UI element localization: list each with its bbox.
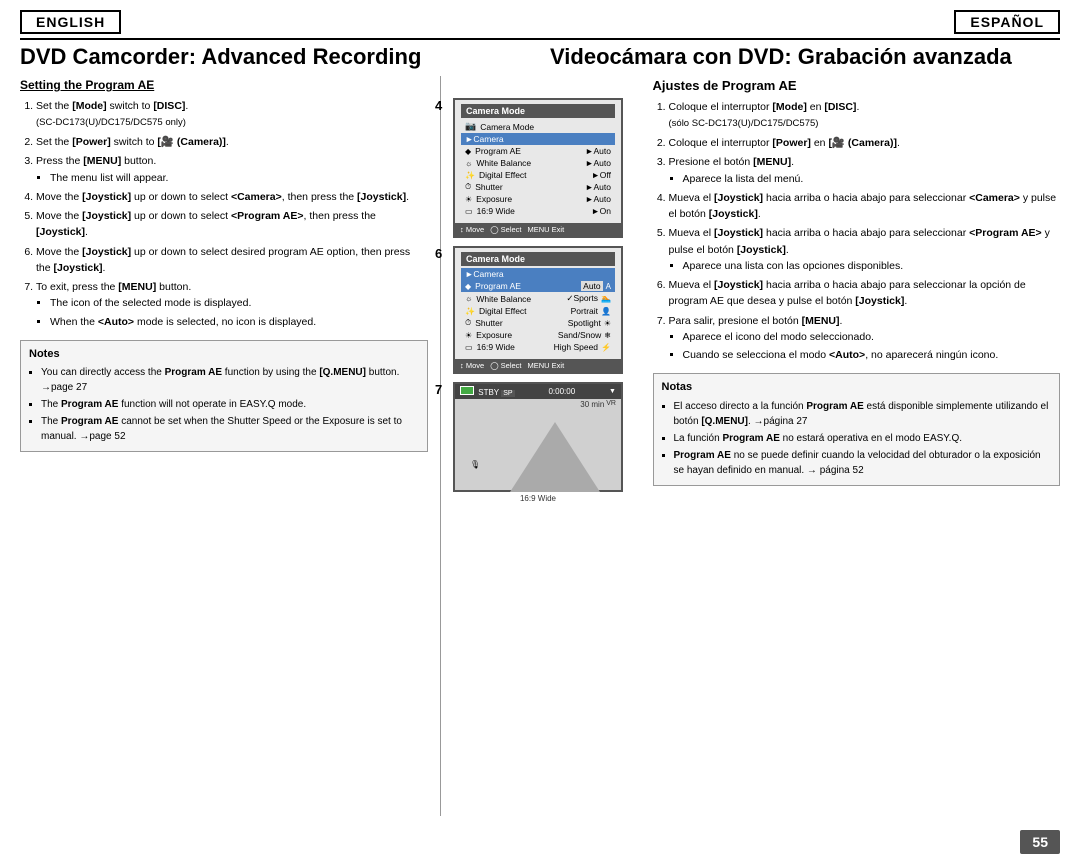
screen-6-wrapper: 6 Camera Mode ►Camera ◆ Program AE AutoA… — [453, 246, 628, 374]
en-notes-box: Notes You can directly access the Progra… — [20, 340, 428, 453]
step-4: Move the [Joystick] up or down to select… — [36, 189, 428, 205]
screen-7: STBY SP 0:00:00 ▼ 30 min VR — [453, 382, 623, 492]
s6-item-5: ☀ Exposure Sand/Snow❄ — [461, 329, 615, 341]
es-step-2: Coloque el interruptor [Power] en [🎥 (Ca… — [669, 135, 1061, 151]
en-section-title: Setting the Program AE — [20, 78, 428, 92]
es-step-1: Coloque el interruptor [Mode] en [DISC].… — [669, 99, 1061, 132]
en-note-3: The Program AE cannot be set when the Sh… — [41, 414, 419, 444]
s4-item-2: ◆ Program AE ►Auto — [461, 145, 615, 157]
es-note-3: Program AE no se puede definir cuando la… — [674, 448, 1052, 478]
screen-7-num: 7 — [435, 382, 442, 397]
es-step-7-bullet-2: Cuando se selecciona el modo <Auto>, no … — [683, 347, 1061, 363]
screen4-footer: ↕ Move ◯ Select MENU Exit — [455, 223, 621, 236]
s6-item-3: ✨ Digital Effect Portrait👤 — [461, 305, 615, 317]
en-notes-list: You can directly access the Program AE f… — [29, 365, 419, 444]
screen4-title: Camera Mode — [461, 104, 615, 118]
step-5: Move the [Joystick] up or down to select… — [36, 208, 428, 241]
header-row: ENGLISH ESPAÑOL — [20, 10, 1060, 40]
english-col: Setting the Program AE Set the [Mode] sw… — [20, 76, 441, 816]
es-step-5: Mueva el [Joystick] hacia arriba o hacia… — [669, 225, 1061, 274]
screen-6: Camera Mode ►Camera ◆ Program AE AutoA ☼… — [453, 246, 623, 374]
screen7-status: STBY SP 0:00:00 ▼ — [455, 384, 621, 399]
step-2: Set the [Power] switch to [🎥 (Camera)]. — [36, 134, 428, 150]
s6-item-4: ⏱ Shutter Spotlight☀ — [461, 317, 615, 329]
spanish-col: Ajustes de Program AE Coloque el interru… — [641, 76, 1061, 816]
lang-spanish: ESPAÑOL — [954, 10, 1060, 34]
en-notes-title: Notes — [29, 346, 419, 363]
main-content: Setting the Program AE Set the [Mode] sw… — [20, 76, 1060, 816]
es-notes-box: Notas El acceso directo a la función Pro… — [653, 373, 1061, 486]
screen7-label: 16:9 Wide — [455, 494, 621, 506]
es-step-7: Para salir, presione el botón [MENU]. Ap… — [669, 313, 1061, 364]
es-notes-title: Notas — [662, 379, 1052, 396]
screen7-body: 🎙 — [455, 409, 621, 494]
screen-6-num: 6 — [435, 246, 442, 261]
s6-item-2: ☼ White Balance ✓Sports🏊 — [461, 292, 615, 305]
s6-item-6: ▭ 16:9 Wide High Speed⚡ — [461, 341, 615, 353]
es-step-4: Mueva el [Joystick] hacia arriba o hacia… — [669, 190, 1061, 223]
s4-item-0: 📷 Camera Mode — [461, 120, 615, 133]
es-step-3: Presione el botón [MENU]. Aparece la lis… — [669, 154, 1061, 187]
s4-item-4: ✨ Digital Effect ►Off — [461, 169, 615, 181]
en-note-2: The Program AE function will not operate… — [41, 397, 419, 412]
es-step-6: Mueva el [Joystick] hacia arriba o hacia… — [669, 277, 1061, 310]
screen6-title: Camera Mode — [461, 252, 615, 266]
screen-4-wrapper: 4 Camera Mode 📷 Camera Mode ►Camera ◆ Pr… — [453, 98, 628, 238]
s4-item-3: ☼ White Balance ►Auto — [461, 157, 615, 169]
screen-4: Camera Mode 📷 Camera Mode ►Camera ◆ Prog… — [453, 98, 623, 238]
step-3-bullet: The menu list will appear. — [50, 170, 428, 186]
en-instructions: Set the [Mode] switch to [DISC]. (SC-DC1… — [20, 98, 428, 330]
step-7-bullet-2: When the <Auto> mode is selected, no ico… — [50, 314, 428, 330]
screen-7-wrapper: 7 STBY SP 0:00:00 ▼ 30 min VR — [453, 382, 628, 492]
es-notes-list: El acceso directo a la función Program A… — [662, 399, 1052, 478]
step-3: Press the [MENU] button. The menu list w… — [36, 153, 428, 186]
screen7-icon: 🎙 — [470, 460, 480, 469]
es-step-5-bullet: Aparece una lista con las opciones dispo… — [683, 258, 1061, 274]
s4-item-7: ▭ 16:9 Wide ►On — [461, 205, 615, 217]
title-spanish: Videocámara con DVD: Grabación avanzada — [550, 44, 1060, 70]
page-number: 55 — [1020, 830, 1060, 854]
lang-english: ENGLISH — [20, 10, 121, 34]
es-instructions: Coloque el interruptor [Mode] en [DISC].… — [653, 99, 1061, 363]
title-row: DVD Camcorder: Advanced Recording Videoc… — [20, 44, 1060, 70]
screen6-footer: ↕ Move ◯ Select MENU Exit — [455, 359, 621, 372]
es-section-title: Ajustes de Program AE — [653, 78, 1061, 93]
es-step-3-bullet: Aparece la lista del menú. — [683, 171, 1061, 187]
es-step-7-bullet-1: Aparece el icono del modo seleccionado. — [683, 329, 1061, 345]
screen-4-num: 4 — [435, 98, 442, 113]
s6-item-1: ◆ Program AE AutoA — [461, 280, 615, 292]
s4-item-1: ►Camera — [461, 133, 615, 145]
es-note-2: La función Program AE no estará operativ… — [674, 431, 1052, 446]
step-7-bullet-1: The icon of the selected mode is display… — [50, 295, 428, 311]
s4-item-6: ☀ Exposure ►Auto — [461, 193, 615, 205]
s4-item-5: ⏱ Shutter ►Auto — [461, 181, 615, 193]
step-6: Move the [Joystick] up or down to select… — [36, 244, 428, 277]
page: ENGLISH ESPAÑOL DVD Camcorder: Advanced … — [0, 0, 1080, 866]
step-7: To exit, press the [MENU] button. The ic… — [36, 279, 428, 330]
s6-item-0: ►Camera — [461, 268, 615, 280]
es-note-1: El acceso directo a la función Program A… — [674, 399, 1052, 429]
en-note-1: You can directly access the Program AE f… — [41, 365, 419, 395]
step-1: Set the [Mode] switch to [DISC]. (SC-DC1… — [36, 98, 428, 131]
screens-col: 4 Camera Mode 📷 Camera Mode ►Camera ◆ Pr… — [441, 76, 641, 816]
title-english: DVD Camcorder: Advanced Recording — [20, 44, 530, 70]
